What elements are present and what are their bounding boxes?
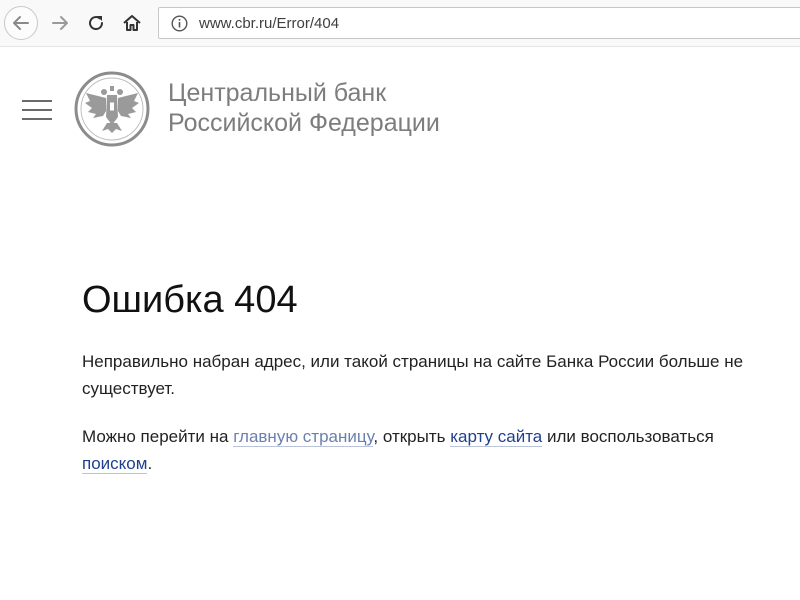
back-button[interactable] <box>4 6 38 40</box>
bank-title-line1: Центральный банк <box>168 79 387 107</box>
reload-icon <box>89 16 104 31</box>
info-icon[interactable] <box>171 15 188 32</box>
error-description: Неправильно набран адрес, или такой стра… <box>82 348 800 402</box>
hamburger-menu-icon[interactable] <box>22 100 52 120</box>
navigation-hint: Можно перейти на главную страницу, откры… <box>82 423 800 477</box>
navigation-hint-line1: Можно перейти на главную страницу, откры… <box>82 423 800 450</box>
hint-end-text: . <box>147 454 153 473</box>
search-link[interactable]: поиском <box>82 454 148 474</box>
home-icon <box>123 15 141 31</box>
error-description-line2: существует. <box>82 379 176 398</box>
home-button[interactable] <box>116 7 148 39</box>
bank-title[interactable]: Центральный банк Российской Федерации <box>168 78 440 138</box>
navigation-hint-line2: поиском. <box>82 450 800 477</box>
back-arrow-icon <box>13 16 29 30</box>
sitemap-link[interactable]: карту сайта <box>450 427 543 447</box>
home-page-link[interactable]: главную страницу <box>233 427 374 447</box>
url-text[interactable]: www.cbr.ru/Error/404 <box>199 15 339 32</box>
hint-suffix-text: или воспользоваться <box>542 427 714 446</box>
hint-prefix-text: Можно перейти на <box>82 427 234 446</box>
browser-toolbar: www.cbr.ru/Error/404 <box>0 0 800 47</box>
reload-button[interactable] <box>80 7 112 39</box>
bank-emblem-logo[interactable] <box>74 71 150 147</box>
error-heading: Ошибка 404 <box>82 279 298 321</box>
forward-arrow-icon <box>52 16 68 30</box>
forward-button[interactable] <box>44 7 76 39</box>
address-bar[interactable]: www.cbr.ru/Error/404 <box>158 7 800 39</box>
error-description-line1: Неправильно набран адрес, или такой стра… <box>82 352 744 371</box>
hint-middle-text: , открыть <box>373 427 451 446</box>
bank-title-line2: Российской Федерации <box>168 109 440 137</box>
